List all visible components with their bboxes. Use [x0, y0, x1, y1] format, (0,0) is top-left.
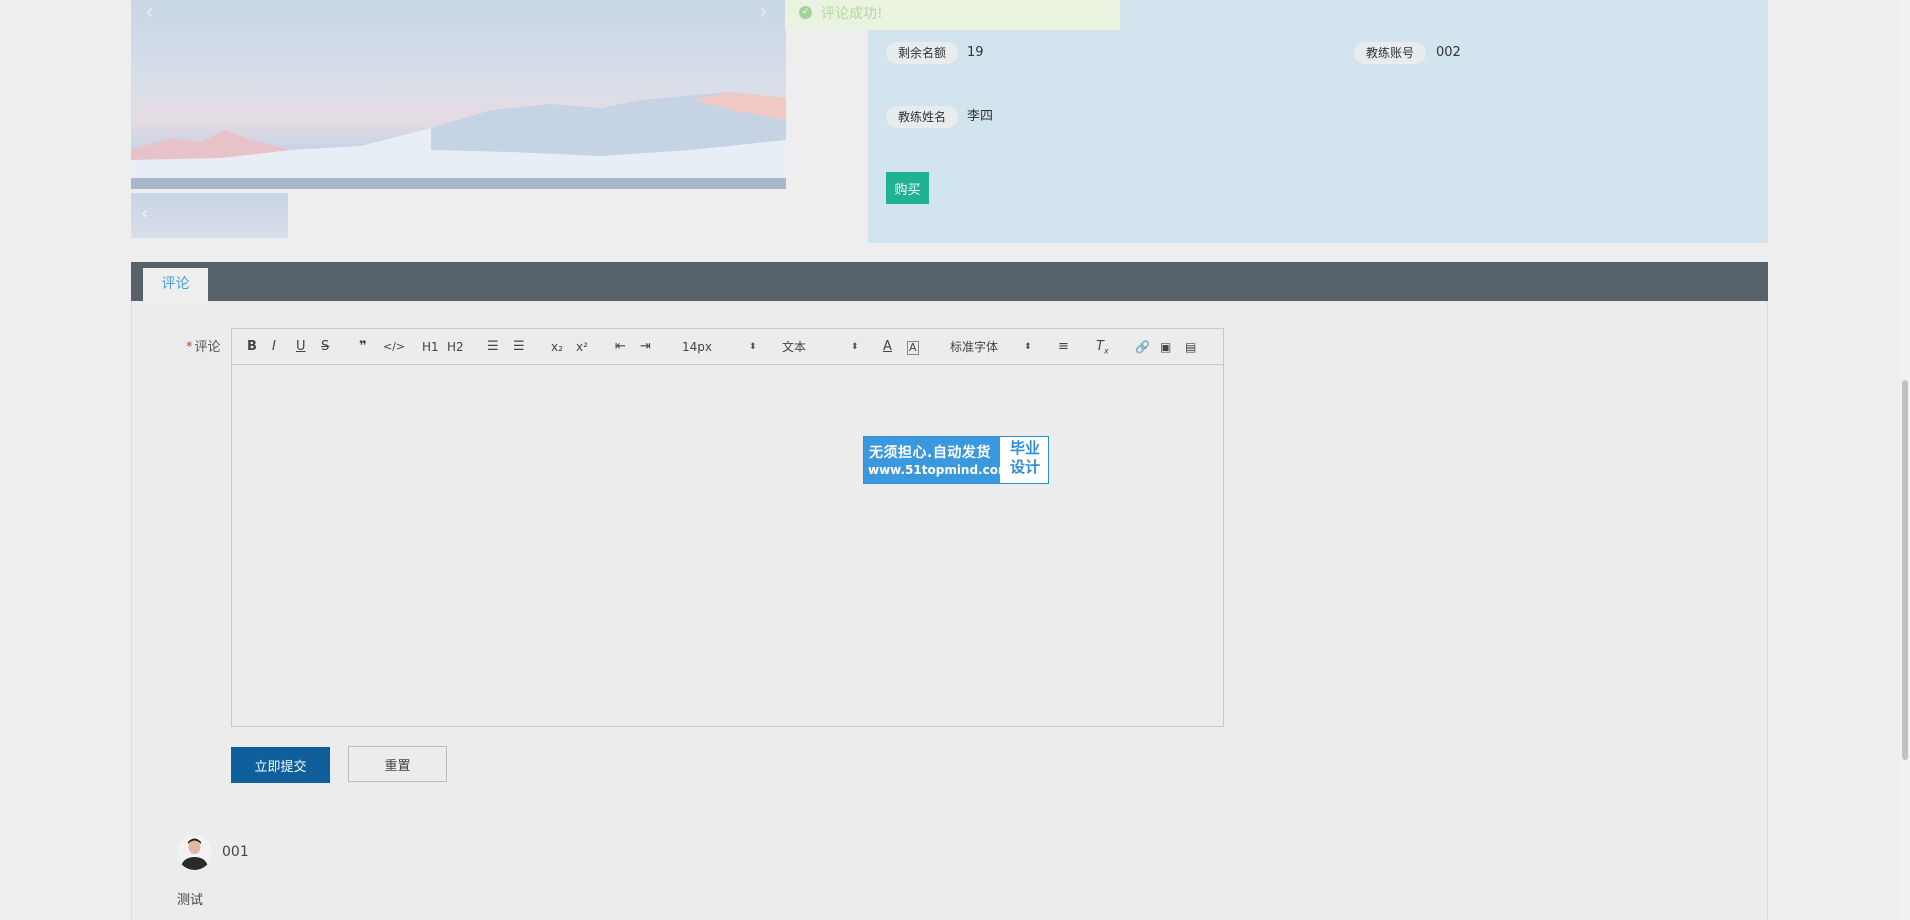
carousel-next-icon[interactable]: ›: [759, 0, 768, 26]
remaining-label: 剩余名额: [886, 42, 959, 64]
text-color-icon[interactable]: A: [883, 338, 892, 356]
align-icon[interactable]: ≡: [1058, 338, 1069, 356]
thumbnail-prev-icon[interactable]: ‹: [141, 203, 148, 224]
required-mark: *: [186, 340, 193, 355]
carousel-prev-icon[interactable]: ‹: [145, 0, 154, 26]
editor-toolbar: B I U S ❞ </> H1 H2 ☰ ☰ x₂ x² ⇤ ⇥ 14px ⬍…: [231, 328, 1224, 365]
buy-button[interactable]: 购买: [886, 172, 929, 204]
font-size-caret-icon: ⬍: [749, 342, 757, 352]
superscript-icon[interactable]: x²: [576, 338, 588, 356]
video-icon[interactable]: ▤: [1185, 338, 1196, 356]
comment-username: 001: [222, 844, 249, 860]
background-color-icon[interactable]: A: [907, 341, 919, 355]
check-icon: ✓: [799, 6, 812, 19]
image-icon[interactable]: ▣: [1160, 338, 1171, 356]
watermark-line1: 无须担心.自动发货: [869, 445, 991, 461]
block-format-caret-icon: ⬍: [851, 342, 859, 352]
outdent-icon[interactable]: ⇤: [615, 338, 626, 356]
coach-account-value: 002: [1436, 45, 1461, 60]
remaining-value: 19: [967, 45, 984, 60]
strike-icon[interactable]: S: [321, 338, 329, 356]
comment-field-label: * 评论: [186, 336, 221, 355]
scrollbar-thumb[interactable]: [1902, 380, 1908, 760]
bold-icon[interactable]: B: [247, 338, 257, 356]
link-icon[interactable]: 🔗: [1135, 338, 1150, 356]
tab-comment[interactable]: 评论: [143, 268, 208, 301]
font-size-select[interactable]: 14px: [682, 338, 712, 356]
image-carousel[interactable]: ‹ ›: [131, 0, 786, 189]
watermark-right-line2: 设计: [1009, 458, 1040, 476]
indent-icon[interactable]: ⇥: [640, 338, 651, 356]
info-panel: [868, 0, 1768, 243]
font-family-caret-icon: ⬍: [1024, 342, 1032, 352]
clear-format-icon[interactable]: Tx: [1096, 338, 1109, 361]
toast-message: 评论成功!: [821, 6, 883, 22]
block-format-select[interactable]: 文本: [782, 338, 806, 356]
watermark-right: 毕业 设计: [1004, 439, 1046, 477]
code-block-icon[interactable]: </>: [383, 338, 405, 356]
bullet-list-icon[interactable]: ☰: [513, 338, 525, 356]
coach-account-label: 教练账号: [1354, 42, 1427, 64]
italic-icon[interactable]: I: [272, 338, 276, 356]
user-avatar-icon: [177, 835, 212, 870]
watermark-right-line1: 毕业: [1009, 439, 1040, 457]
subscript-icon[interactable]: x₂: [551, 338, 563, 356]
watermark-line2: www.51topmind.com: [868, 463, 1011, 477]
carousel-thumbnail[interactable]: ‹: [131, 193, 288, 238]
mountain-image: [131, 92, 786, 189]
avatar: [177, 835, 212, 870]
watermark-left: 无须担心.自动发货 www.51topmind.com: [864, 437, 1011, 483]
header2-icon[interactable]: H2: [447, 338, 464, 356]
comment-editor[interactable]: [231, 365, 1224, 727]
reset-button[interactable]: 重置: [348, 746, 447, 782]
tab-bar: [131, 262, 1768, 301]
comment-label-text: 评论: [194, 340, 221, 355]
blockquote-icon[interactable]: ❞: [359, 338, 367, 356]
watermark-badge: 无须担心.自动发货 www.51topmind.com 毕业 设计: [863, 436, 1049, 484]
underline-icon[interactable]: U: [296, 338, 306, 356]
ordered-list-icon[interactable]: ☰: [487, 338, 499, 356]
coach-name-label: 教练姓名: [886, 106, 959, 128]
comment-text: 测试: [177, 893, 204, 908]
font-family-select[interactable]: 标准字体: [950, 338, 998, 356]
success-toast: ✓ 评论成功!: [785, 0, 1120, 30]
coach-name-value: 李四: [967, 109, 994, 124]
submit-button[interactable]: 立即提交: [231, 747, 330, 783]
header1-icon[interactable]: H1: [422, 338, 439, 356]
